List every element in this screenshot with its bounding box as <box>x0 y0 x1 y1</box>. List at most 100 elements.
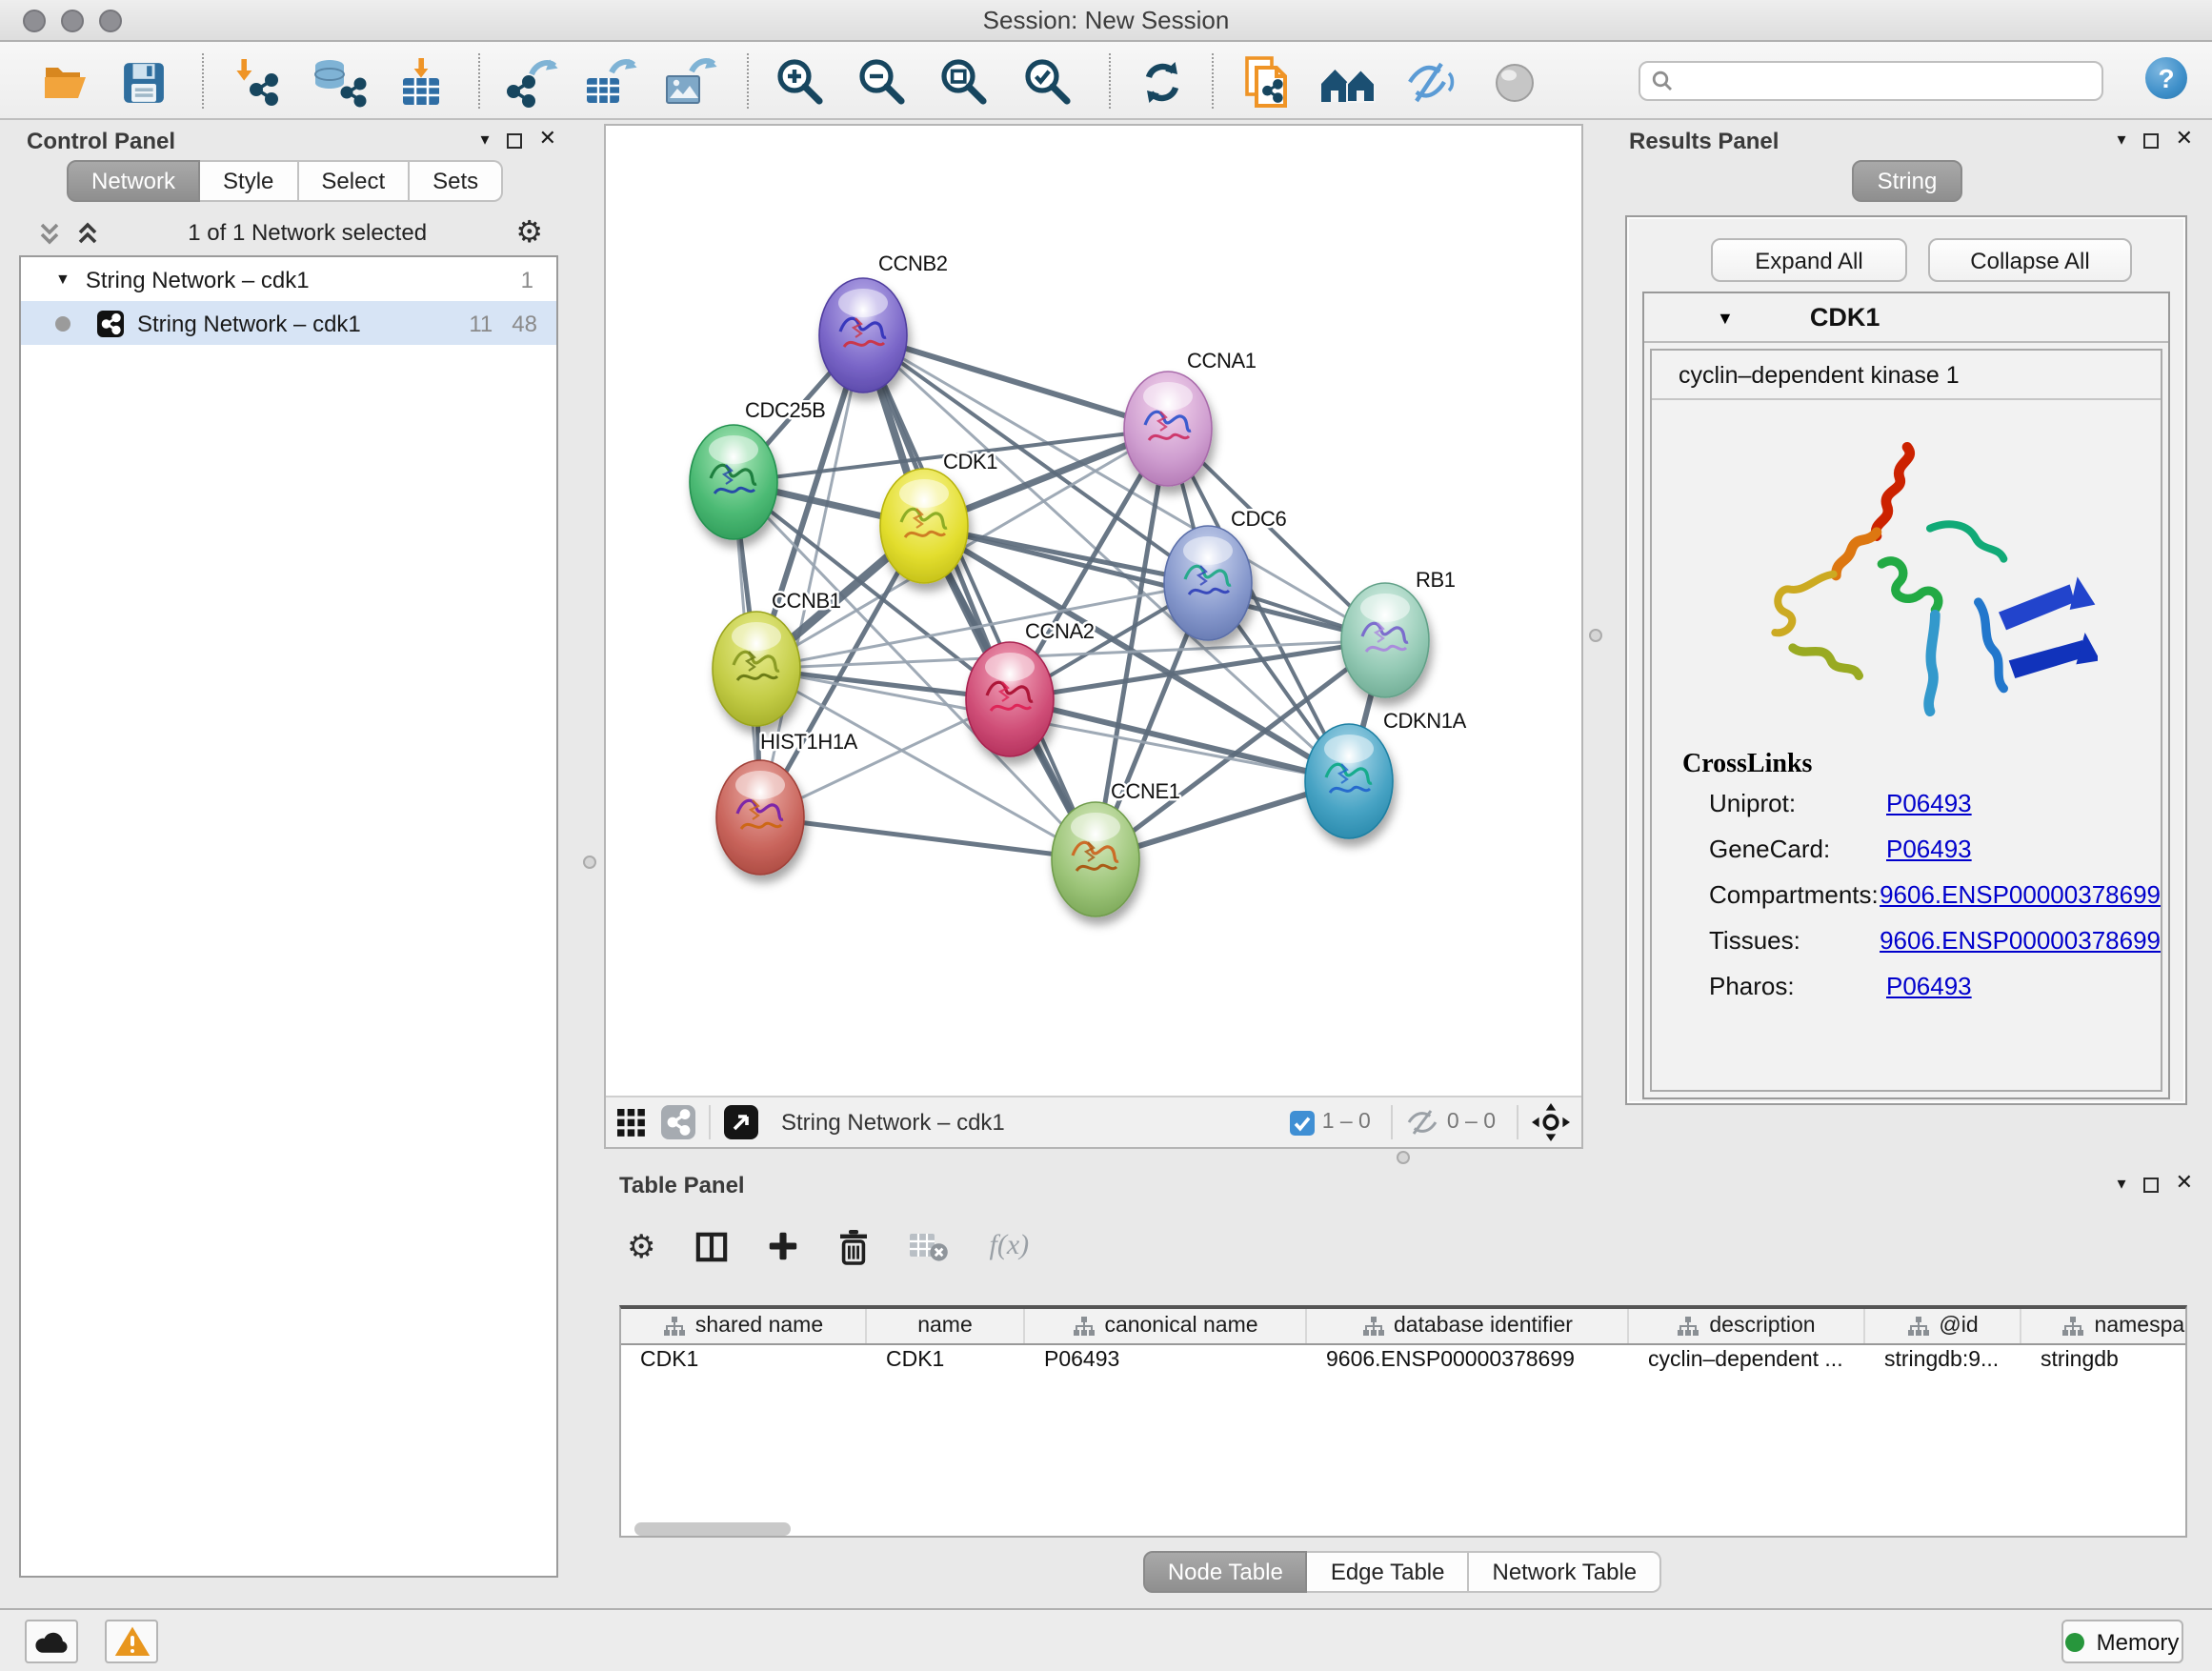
network-canvas[interactable]: CCNB2CCNA1CDC25BCDK1CDC6RB1CCNB1CCNA2CDK… <box>606 126 1581 1096</box>
share-view-icon[interactable] <box>661 1105 695 1139</box>
panel-close-icon[interactable]: ✕ <box>2176 1174 2193 1195</box>
cell-namespace[interactable]: stringdb <box>2021 1345 2187 1381</box>
protein-section-header[interactable]: ▼ CDK1 <box>1644 293 2168 343</box>
tab-edge-table[interactable]: Edge Table <box>1308 1551 1470 1593</box>
tab-string[interactable]: String <box>1853 160 1962 202</box>
detach-view-icon[interactable] <box>724 1105 758 1139</box>
string-glass-off-icon[interactable] <box>1404 55 1458 109</box>
birdseye-toggle-icon[interactable] <box>1532 1103 1570 1141</box>
cell-name[interactable]: CDK1 <box>867 1345 1025 1381</box>
edge-CCNB2-CCNA1[interactable] <box>863 335 1168 429</box>
crosslink-link[interactable]: 9606.ENSP00000378699 <box>1880 880 2161 909</box>
import-table-file-icon[interactable] <box>396 55 446 109</box>
network-node-CDC6[interactable] <box>1164 526 1252 640</box>
network-node-CCNB2[interactable] <box>819 278 907 393</box>
export-table-icon[interactable] <box>583 55 640 109</box>
network-node-CCNA1[interactable] <box>1124 372 1212 486</box>
tab-node-table[interactable]: Node Table <box>1143 1551 1308 1593</box>
export-image-icon[interactable] <box>663 55 720 109</box>
open-session-icon[interactable] <box>42 55 91 109</box>
network-node-CDC25B[interactable] <box>690 425 777 539</box>
column-header-database-identifier[interactable]: database identifier <box>1307 1309 1629 1343</box>
show-columns-icon[interactable] <box>696 1230 729 1262</box>
edge-CCNB2-CCNE1[interactable] <box>863 335 1096 859</box>
cell-@id[interactable]: stringdb:9... <box>1865 1345 2021 1381</box>
cell-description[interactable]: cyclin–dependent ... <box>1629 1345 1865 1381</box>
memory-button[interactable]: Memory <box>2061 1620 2183 1663</box>
splitter-handle[interactable] <box>583 856 596 869</box>
column-header-@id[interactable]: @id <box>1865 1309 2021 1343</box>
zoom-fit-icon[interactable] <box>937 55 991 109</box>
collapse-all-icon[interactable] <box>38 220 61 245</box>
warning-status-button[interactable] <box>105 1620 158 1663</box>
panel-float-icon[interactable] <box>2143 132 2159 148</box>
panel-menu-icon[interactable]: ▾ <box>2118 131 2126 149</box>
collapse-all-button[interactable]: Collapse All <box>1928 238 2132 282</box>
import-network-file-icon[interactable] <box>229 55 286 109</box>
network-node-CCNE1[interactable] <box>1052 802 1139 916</box>
cell-canonical-name[interactable]: P06493 <box>1025 1345 1307 1381</box>
network-node-CCNA2[interactable] <box>966 642 1054 756</box>
add-column-icon[interactable] <box>769 1231 799 1261</box>
help-icon[interactable]: ? <box>2145 57 2187 99</box>
hidden-eye-icon[interactable] <box>1407 1109 1439 1136</box>
tab-network-table[interactable]: Network Table <box>1470 1551 1662 1593</box>
cell-database-identifier[interactable]: 9606.ENSP00000378699 <box>1307 1345 1629 1381</box>
network-collection-row[interactable]: ▼ String Network – cdk1 1 <box>21 257 556 301</box>
panel-float-icon[interactable] <box>507 132 522 148</box>
table-row[interactable]: CDK1CDK1P064939606.ENSP00000378699cyclin… <box>621 1345 2185 1381</box>
selected-checkbox-icon[interactable] <box>1290 1110 1315 1135</box>
network-row[interactable]: String Network – cdk1 11 48 <box>21 301 556 345</box>
string-home-icon[interactable] <box>1318 55 1377 109</box>
zoom-selected-icon[interactable] <box>1021 55 1075 109</box>
collection-expander-icon[interactable]: ▼ <box>55 271 70 288</box>
crosslink-link[interactable]: P06493 <box>1886 835 1972 863</box>
crosslink-link[interactable]: 9606.ENSP00000378699 <box>1880 926 2161 955</box>
network-node-HIST1H1A[interactable] <box>716 760 804 875</box>
save-session-icon[interactable] <box>122 55 166 109</box>
zoom-out-icon[interactable] <box>855 55 909 109</box>
column-header-namespace[interactable]: namespace <box>2021 1309 2187 1343</box>
tab-style[interactable]: Style <box>200 160 298 202</box>
string-eye-icon[interactable] <box>1490 55 1539 109</box>
splitter-handle[interactable] <box>1589 629 1602 642</box>
cloud-status-button[interactable] <box>25 1620 78 1663</box>
node-table[interactable]: shared namenamecanonical namedatabase id… <box>619 1305 2187 1538</box>
export-network-icon[interactable] <box>503 55 560 109</box>
column-header-canonical-name[interactable]: canonical name <box>1025 1309 1307 1343</box>
cell-shared-name[interactable]: CDK1 <box>621 1345 867 1381</box>
network-node-CCNB1[interactable] <box>713 612 800 726</box>
tab-sets[interactable]: Sets <box>410 160 503 202</box>
string-document-icon[interactable] <box>1242 55 1294 109</box>
search-input[interactable] <box>1680 66 2090 96</box>
zoom-in-icon[interactable] <box>774 55 827 109</box>
horizontal-scrollbar[interactable] <box>634 1522 791 1536</box>
network-node-CDKN1A[interactable] <box>1305 724 1393 838</box>
search-field[interactable] <box>1639 61 2103 101</box>
import-network-database-icon[interactable] <box>311 55 368 109</box>
grid-view-icon[interactable] <box>617 1108 646 1137</box>
panel-menu-icon[interactable]: ▾ <box>2118 1176 2126 1193</box>
protein-expander-icon[interactable]: ▼ <box>1717 308 1734 327</box>
network-node-RB1[interactable] <box>1341 583 1429 697</box>
table-options-gear-icon[interactable]: ⚙ <box>627 1230 656 1262</box>
expand-all-button[interactable]: Expand All <box>1711 238 1907 282</box>
refresh-view-icon[interactable] <box>1136 55 1189 109</box>
tab-select[interactable]: Select <box>298 160 410 202</box>
panel-float-icon[interactable] <box>2143 1177 2159 1192</box>
expand-all-icon[interactable] <box>76 220 99 245</box>
network-node-CDK1[interactable] <box>880 469 968 583</box>
delete-column-icon[interactable] <box>839 1228 870 1264</box>
function-builder-icon[interactable]: f(x) <box>990 1230 1030 1262</box>
panel-menu-icon[interactable]: ▾ <box>481 131 490 149</box>
crosslink-link[interactable]: P06493 <box>1886 972 1972 1000</box>
delete-table-icon[interactable] <box>910 1230 950 1262</box>
panel-close-icon[interactable]: ✕ <box>2176 130 2193 151</box>
tab-network[interactable]: Network <box>67 160 200 202</box>
column-header-shared-name[interactable]: shared name <box>621 1309 867 1343</box>
panel-close-icon[interactable]: ✕ <box>539 130 556 151</box>
column-header-name[interactable]: name <box>867 1309 1025 1343</box>
column-header-description[interactable]: description <box>1629 1309 1865 1343</box>
network-options-gear-icon[interactable]: ⚙ <box>515 213 543 252</box>
edge-HIST1H1A-CCNE1[interactable] <box>760 817 1096 859</box>
